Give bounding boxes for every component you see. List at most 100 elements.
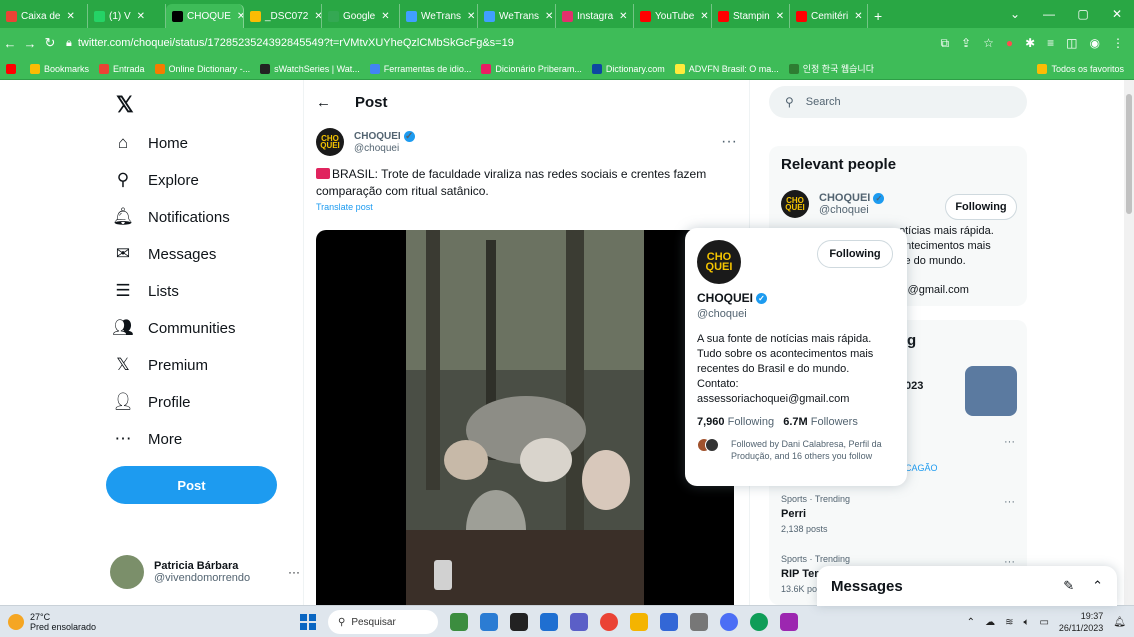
close-tab-icon[interactable]: ✕ <box>237 11 243 22</box>
bookmark-item[interactable]: Dicionário Priberam... <box>481 62 582 75</box>
bookmark-item[interactable]: Dictionary.com <box>591 62 665 75</box>
menu-icon[interactable]: ⋮ <box>1112 36 1124 51</box>
following-label[interactable]: Following <box>728 416 774 428</box>
youtube-bookmark-icon[interactable] <box>6 63 20 74</box>
extensions-icon[interactable]: ✱ <box>1025 36 1035 51</box>
nav-item-explore[interactable]: ⚲ Explore <box>112 169 199 191</box>
store-icon[interactable] <box>660 613 678 631</box>
close-tab-icon[interactable]: ✕ <box>314 11 321 22</box>
browser-tab[interactable]: Google ✕ <box>322 4 400 28</box>
browser-tab[interactable]: WeTrans ✕ <box>400 4 478 28</box>
reading-list-icon[interactable]: ≡ <box>1047 36 1054 51</box>
messages-drawer[interactable]: Messages ✎ ⌃ <box>817 566 1117 606</box>
nav-item-lists[interactable]: ☰ Lists <box>112 280 178 302</box>
close-tab-icon[interactable]: ✕ <box>700 11 708 22</box>
nav-item-profile[interactable]: 👤︎ Profile <box>112 391 190 413</box>
battery-icon[interactable]: ▭ <box>1039 617 1048 628</box>
nav-item-messages[interactable]: ✉ Messages <box>112 243 217 265</box>
tweet-video[interactable] <box>316 230 734 605</box>
relevant-person[interactable]: CHO QUEI CHOQUEI ✓ @choquei <box>781 190 885 218</box>
reload-icon[interactable]: ↻ <box>40 35 60 51</box>
maximize-button[interactable]: ▢ <box>1066 7 1100 21</box>
tweet-more-icon[interactable]: ··· <box>721 133 737 151</box>
browser-tab[interactable]: (1) V ✕ <box>88 4 166 28</box>
nav-item-premium[interactable]: 𝕏 Premium <box>112 354 208 376</box>
lock-icon[interactable]: 🔒︎ <box>66 37 72 50</box>
hovercard-name[interactable]: CHOQUEI <box>697 291 753 305</box>
speaker-icon[interactable]: 🔈︎ <box>1023 617 1029 628</box>
author-handle[interactable]: @choquei <box>354 143 399 154</box>
trend-item[interactable]: 023 <box>905 376 923 392</box>
clock[interactable]: 19:37 26/11/2023 <box>1059 610 1103 634</box>
movies-icon[interactable] <box>510 613 528 631</box>
translate-link[interactable]: Translate post <box>316 202 737 212</box>
hovercard-handle[interactable]: @choquei <box>697 308 747 320</box>
app-icon[interactable] <box>780 613 798 631</box>
followed-by[interactable]: Followed by Dani Calabresa, Perfil da Pr… <box>697 438 897 462</box>
tab-search-icon[interactable]: ⌄ <box>998 7 1032 21</box>
nav-item-home[interactable]: ⌂ Home <box>112 132 188 154</box>
cloud-icon[interactable]: ☁ <box>985 617 995 628</box>
share-icon[interactable]: ⇪ <box>961 36 971 51</box>
page-scrollbar[interactable] <box>1124 80 1134 605</box>
taskbar-search[interactable]: ⚲ Pesquisar <box>328 610 438 634</box>
bookmark-item[interactable]: Bookmarks <box>30 62 89 75</box>
close-tab-icon[interactable]: ✕ <box>776 11 784 22</box>
hovercard-following-button[interactable]: Following <box>817 240 893 268</box>
browser-tab[interactable]: Cemitéri ✕ <box>790 4 868 28</box>
x-logo-icon[interactable]: 𝕏 <box>116 92 134 118</box>
all-bookmarks[interactable]: Todos os favoritos <box>1037 63 1124 74</box>
browser-tab[interactable]: _DSC072 ✕ <box>244 4 322 28</box>
forward-arrow-icon[interactable]: → <box>20 36 40 51</box>
followers-label[interactable]: Followers <box>811 416 858 428</box>
notification-bell-icon[interactable]: 🔔︎ <box>1113 617 1126 628</box>
account-switcher[interactable]: Patricia Bárbara @vivendomorrendo ··· <box>110 550 300 594</box>
followers-count[interactable]: 6.7M <box>783 416 807 428</box>
close-tab-icon[interactable]: ✕ <box>545 11 553 22</box>
back-arrow-icon[interactable]: ← <box>0 36 20 51</box>
search-placeholder[interactable]: Search <box>806 96 841 108</box>
teams-icon[interactable] <box>480 613 498 631</box>
close-tab-icon[interactable]: ✕ <box>66 11 74 22</box>
weather-widget[interactable]: 27°C Pred ensolarado <box>8 612 96 632</box>
bookmark-item[interactable]: Online Dictionary -... <box>154 62 250 75</box>
bookmark-item[interactable]: Ferramentas de idio... <box>369 62 471 75</box>
browser-tab[interactable]: CHOQUE ✕ <box>166 4 244 28</box>
sidebar-icon[interactable]: ◫ <box>1066 36 1077 51</box>
star-icon[interactable]: ☆ <box>983 36 994 51</box>
close-tab-icon[interactable]: ✕ <box>467 11 475 22</box>
close-tab-icon[interactable]: ✕ <box>619 11 627 22</box>
new-tab-button[interactable]: + <box>868 4 888 28</box>
nav-item-notifications[interactable]: 🔔︎ Notifications <box>112 206 230 228</box>
trend-link[interactable]: CAGÃO <box>905 463 938 473</box>
browser-tab[interactable]: YouTube ✕ <box>634 4 712 28</box>
chevron-up-icon[interactable]: ⌃ <box>967 617 975 628</box>
user-avatar[interactable] <box>110 555 144 589</box>
app-icon[interactable] <box>720 613 738 631</box>
trend-more-icon[interactable]: ··· <box>1004 436 1015 448</box>
profile-avatar-icon[interactable]: ◉ <box>1090 36 1100 51</box>
nav-item-more[interactable]: ⋯ More <box>112 428 183 450</box>
file-explorer-icon[interactable] <box>630 613 648 631</box>
bookmark-item[interactable]: Entrada <box>99 62 145 75</box>
bookmark-item[interactable]: 인정 한국 웹습니다 <box>788 62 874 75</box>
trend-more-icon[interactable]: ··· <box>1004 496 1015 508</box>
skype-icon[interactable] <box>540 613 558 631</box>
windows-start-icon[interactable] <box>300 614 316 630</box>
install-icon[interactable]: ⧉ <box>940 36 949 51</box>
account-more-icon[interactable]: ··· <box>288 565 300 579</box>
edge-icon[interactable] <box>750 613 768 631</box>
browser-tab[interactable]: Stampin ✕ <box>712 4 790 28</box>
bookmark-item[interactable]: ADVFN Brasil: O ma... <box>674 62 779 75</box>
author-avatar[interactable]: CHO QUEI <box>316 128 344 156</box>
settings-gear-icon[interactable] <box>690 613 708 631</box>
hovercard-avatar[interactable]: CHO QUEI <box>697 240 741 284</box>
expand-icon[interactable]: ⌃ <box>1092 578 1103 594</box>
chrome-icon[interactable] <box>600 613 618 631</box>
close-tab-icon[interactable]: ✕ <box>137 11 145 22</box>
browser-tab[interactable]: Caixa de ✕ <box>0 4 88 28</box>
post-button[interactable]: Post <box>106 466 277 504</box>
back-arrow-icon[interactable]: ← <box>316 94 331 111</box>
url-field[interactable]: 🔒︎ twitter.com/choquei/status/1728523524… <box>66 37 940 50</box>
extension-red-icon[interactable]: ● <box>1006 36 1013 51</box>
